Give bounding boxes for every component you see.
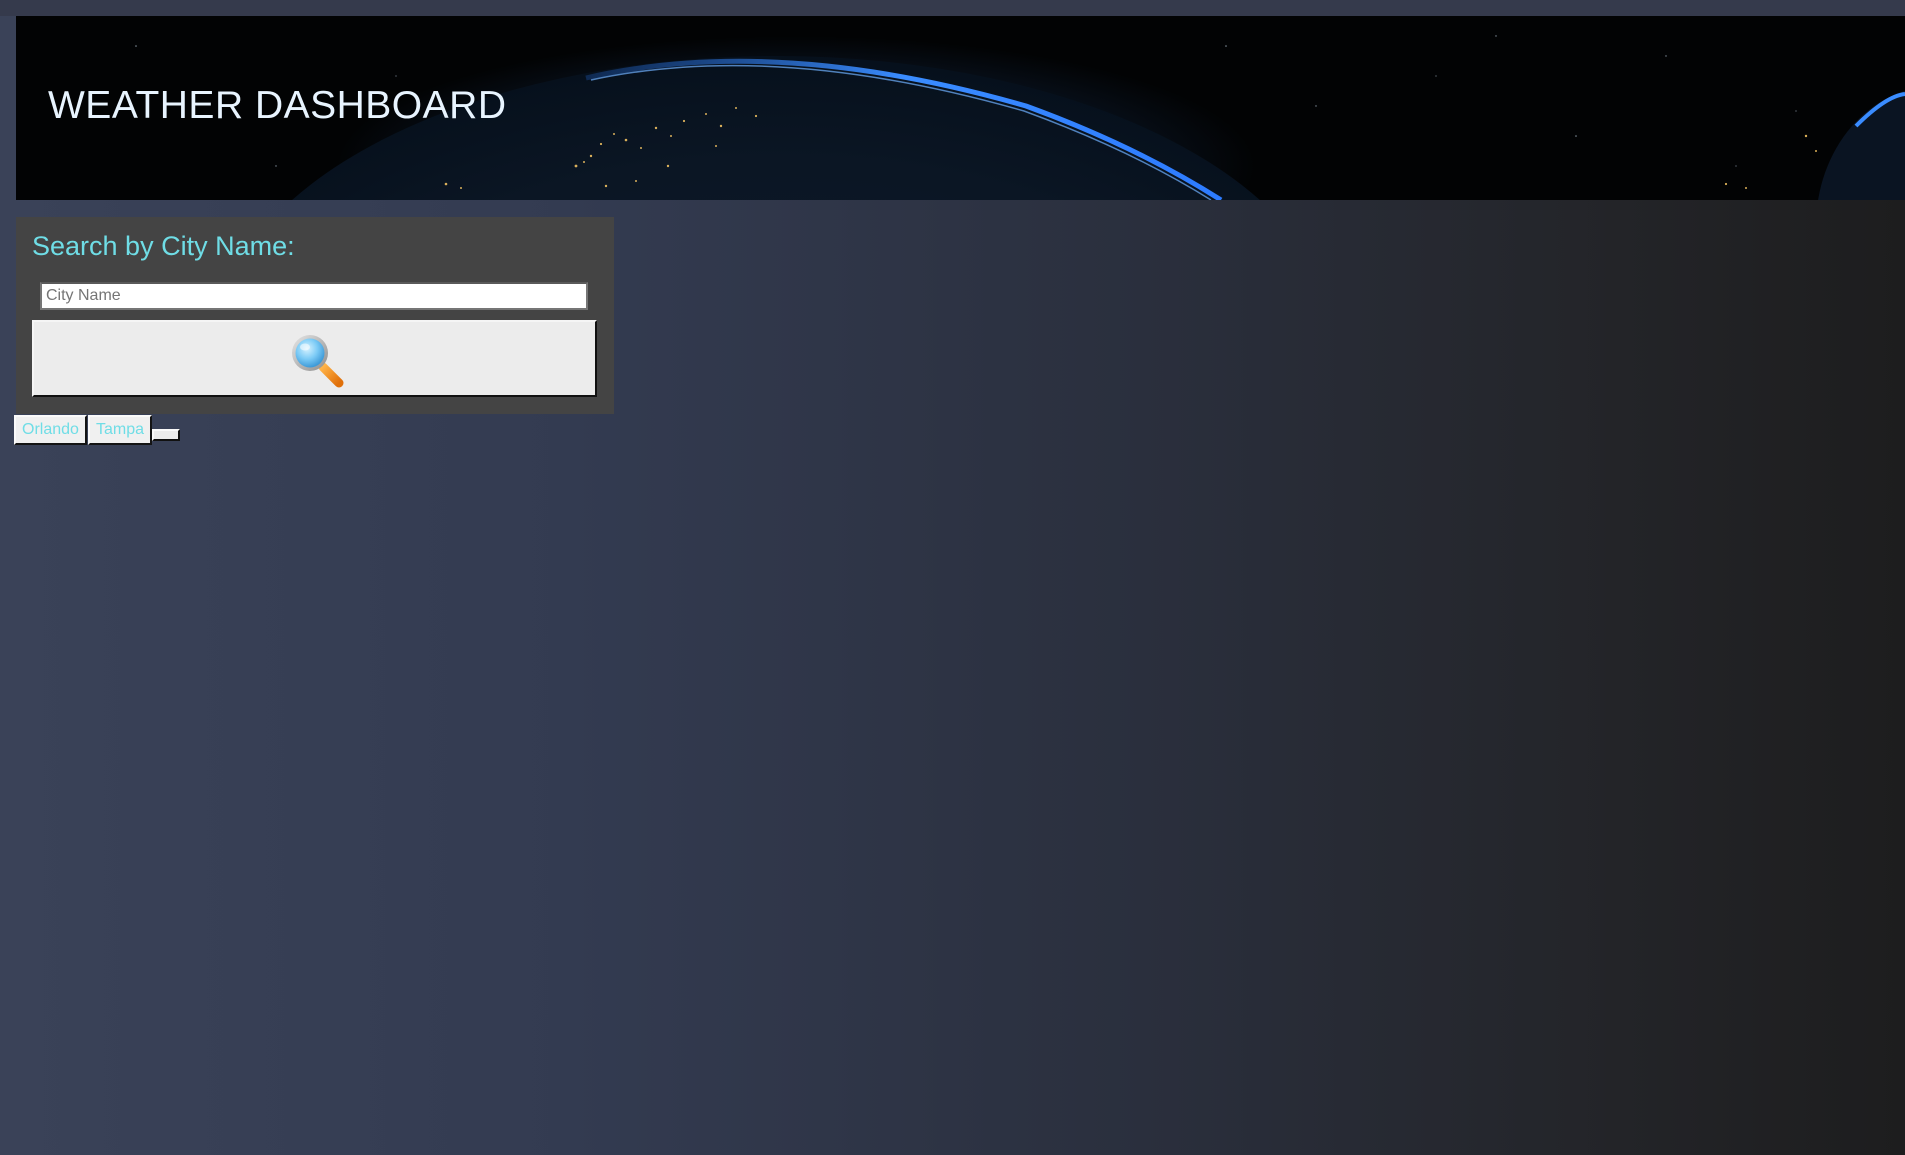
search-panel: Search by City Name: — [16, 217, 614, 414]
magnifying-glass-icon — [292, 335, 344, 388]
city-name-input[interactable] — [40, 282, 588, 310]
page-title: WEATHER DASHBOARD — [48, 84, 507, 127]
page-top-strip — [0, 0, 1905, 16]
clear-history-button[interactable] — [152, 429, 180, 441]
header-banner: WEATHER DASHBOARD — [16, 16, 1905, 200]
history-city-button-tampa[interactable]: Tampa — [88, 415, 152, 445]
search-heading: Search by City Name: — [32, 231, 295, 261]
history-city-button-orlando[interactable]: Orlando — [14, 415, 87, 445]
search-button[interactable] — [32, 320, 597, 397]
